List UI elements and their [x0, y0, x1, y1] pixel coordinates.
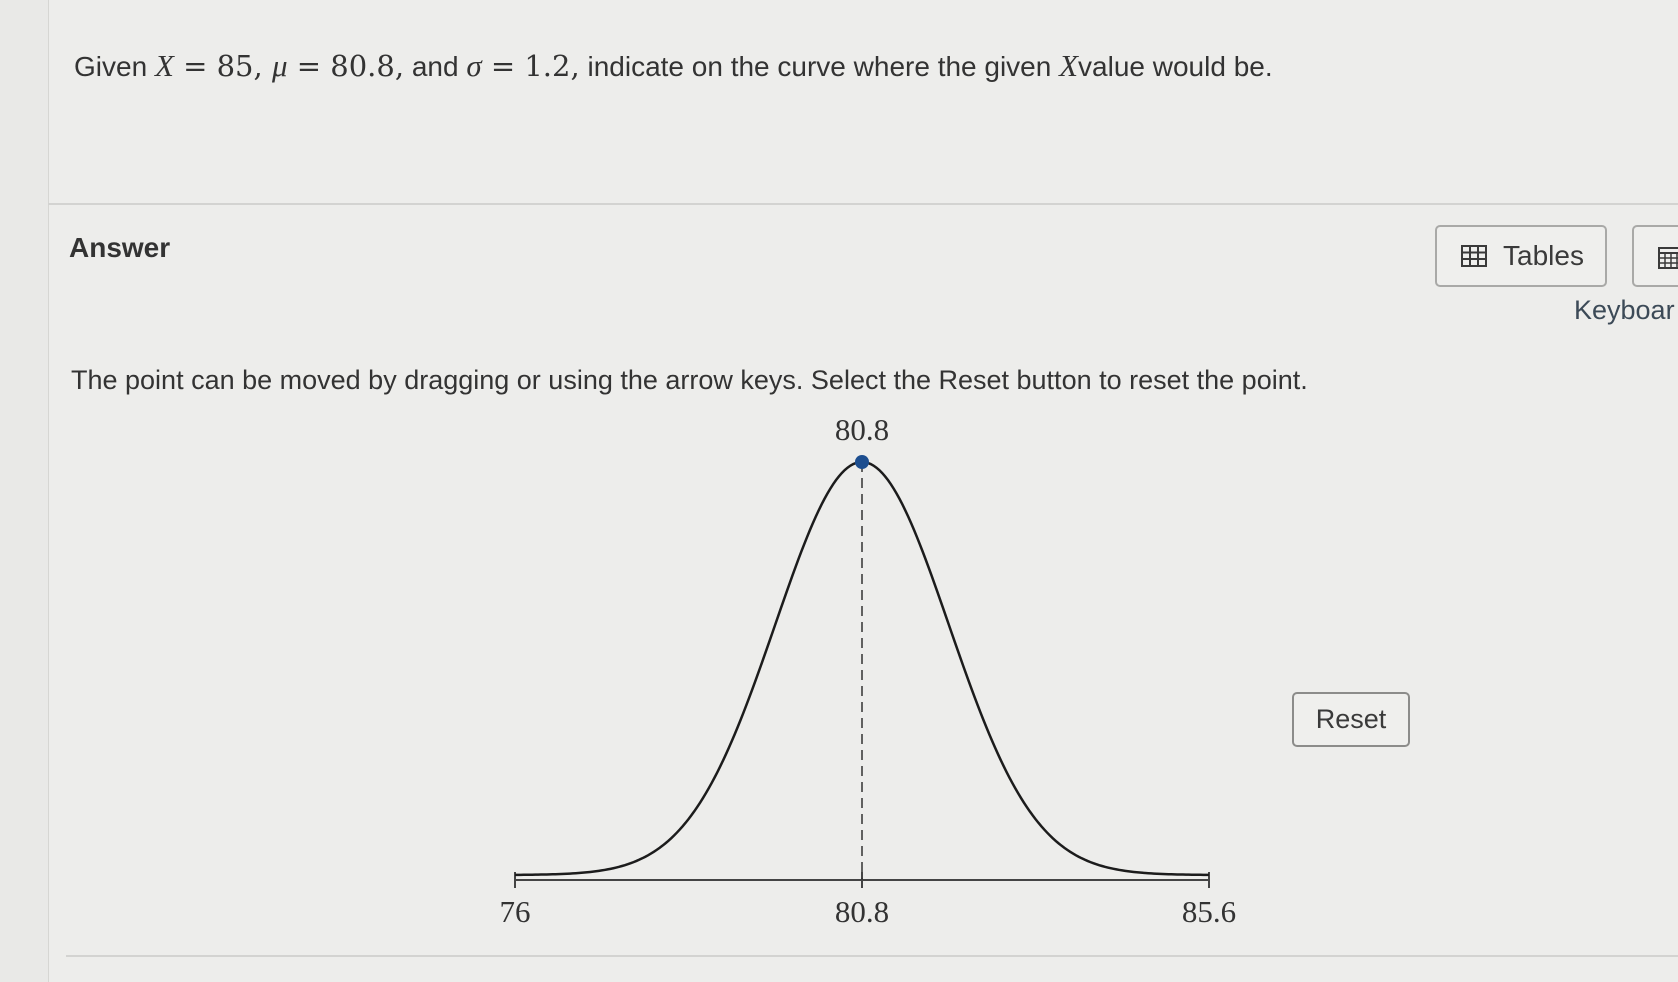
normal-curve	[514, 460, 1210, 877]
reset-button[interactable]: Reset	[1292, 692, 1410, 747]
normal-curve-chart: 76 80.8 85.6 80.8	[500, 412, 1237, 929]
point-value-label: 80.8	[835, 412, 889, 447]
x-axis-tick-label: 80.8	[835, 894, 889, 929]
x-axis-tick-label: 85.6	[1182, 894, 1236, 929]
bottom-divider	[66, 955, 1678, 957]
draggable-point[interactable]	[855, 455, 869, 469]
x-axis-tick-label: 76	[500, 894, 531, 929]
